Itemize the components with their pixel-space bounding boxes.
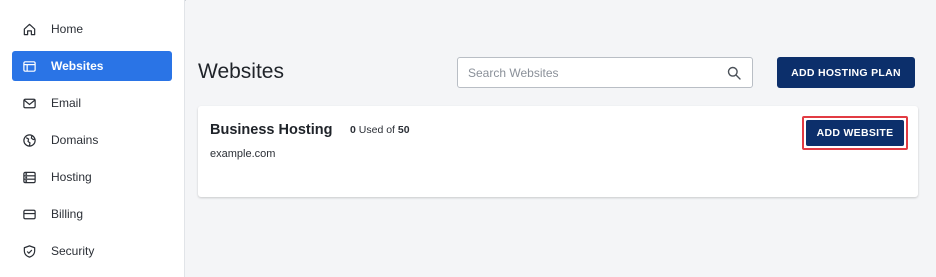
add-website-button[interactable]: ADD WEBSITE (806, 120, 904, 146)
sidebar-item-label: Domains (51, 133, 99, 147)
hosting-plan-card: Business Hosting 0 Used of 50 example.co… (198, 106, 918, 197)
used-text: Used of (358, 124, 395, 136)
home-icon (22, 22, 37, 37)
search-icon[interactable] (726, 65, 742, 81)
sidebar-item-hosting[interactable]: Hosting (12, 162, 172, 192)
sidebar-item-label: Email (51, 96, 82, 110)
used-count: 0 (350, 124, 356, 136)
page-title: Websites (198, 60, 284, 83)
usage-summary: 0 Used of 50 (350, 124, 410, 136)
sidebar-item-websites[interactable]: Websites (12, 51, 172, 81)
sidebar-item-email[interactable]: Email (12, 88, 172, 118)
sidebar-item-label: Websites (51, 59, 104, 73)
globe-icon (22, 133, 37, 148)
shield-check-icon (22, 244, 37, 259)
sidebar-item-home[interactable]: Home (12, 14, 172, 44)
envelope-icon (22, 96, 37, 111)
sidebar-item-billing[interactable]: Billing (12, 199, 172, 229)
total-count: 50 (397, 124, 410, 136)
credit-card-icon (22, 207, 37, 222)
sidebar-item-label: Hosting (51, 170, 92, 184)
highlight-outline: ADD WEBSITE (802, 116, 908, 150)
search-box[interactable] (457, 57, 753, 88)
plan-title: Business Hosting (210, 122, 333, 138)
sidebar-item-label: Billing (51, 207, 84, 221)
domain-name: example.com (210, 148, 276, 160)
sidebar-item-domains[interactable]: Domains (12, 125, 172, 155)
sidebar: Home Websites Email Domains Hosting Bill… (0, 0, 185, 277)
main-content: Websites ADD HOSTING PLAN Business Hosti… (186, 0, 936, 277)
browser-window-icon (22, 59, 37, 74)
server-icon (22, 170, 37, 185)
sidebar-item-label: Home (51, 22, 84, 36)
sidebar-item-label: Security (51, 244, 95, 258)
search-input[interactable] (458, 65, 726, 80)
add-hosting-plan-button[interactable]: ADD HOSTING PLAN (777, 57, 915, 88)
sidebar-item-security[interactable]: Security (12, 236, 172, 266)
